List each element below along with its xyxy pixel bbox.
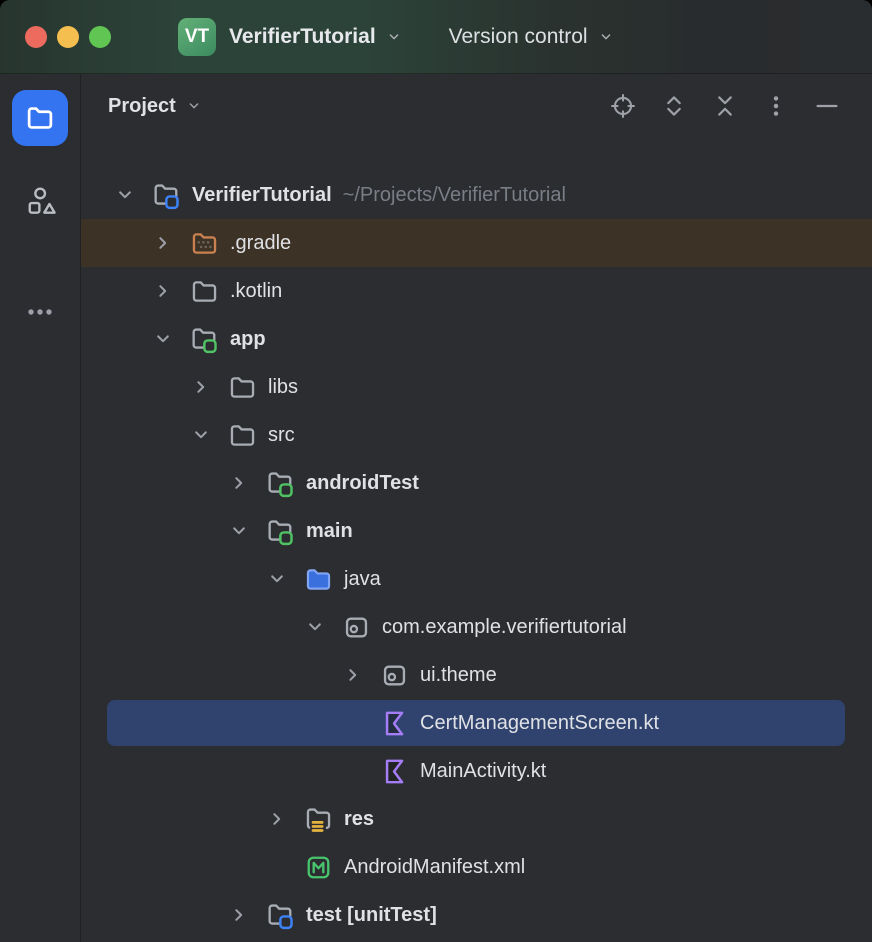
- kotlin-file-icon: [379, 747, 417, 795]
- tree-row[interactable]: app: [81, 315, 872, 363]
- chevron-right-icon[interactable]: [265, 795, 303, 843]
- tree-item-label: com.example.verifiertutorial: [382, 616, 627, 639]
- project-folder-icon: [24, 102, 56, 134]
- tree-row[interactable]: test [unitTest]: [81, 891, 872, 939]
- structure-icon: [24, 184, 56, 216]
- chevron-right-icon[interactable]: [189, 363, 227, 411]
- panel-toolbar: [605, 88, 845, 124]
- tree-item-label: CertManagementScreen.kt: [420, 712, 659, 735]
- manifest-icon: [303, 843, 341, 891]
- project-badge: VT: [178, 18, 216, 56]
- panel-title[interactable]: Project: [108, 95, 176, 118]
- chevron-down-icon[interactable]: [189, 411, 227, 459]
- panel-options-button[interactable]: [758, 88, 794, 124]
- folder-badge-green-icon: [265, 507, 303, 555]
- tree-row[interactable]: libs: [81, 363, 872, 411]
- tree-item-label: VerifierTutorial: [192, 184, 332, 207]
- folder-icon: [189, 267, 227, 315]
- tree-row[interactable]: src: [81, 411, 872, 459]
- minimize-window-button[interactable]: [57, 26, 79, 48]
- hide-panel-icon: [814, 93, 840, 119]
- chevron-right-icon[interactable]: [227, 891, 265, 939]
- hide-panel-button[interactable]: [809, 88, 845, 124]
- chevron-down-icon: [597, 28, 615, 46]
- project-tree: VerifierTutorial ~/Projects/VerifierTuto…: [81, 138, 872, 942]
- tree-item-label: .gradle: [230, 232, 291, 255]
- zoom-window-button[interactable]: [89, 26, 111, 48]
- project-panel-header: Project: [81, 74, 872, 138]
- tree-item-label: .kotlin: [230, 280, 282, 303]
- chevron-right-icon[interactable]: [151, 219, 189, 267]
- tree-item-label: res: [344, 808, 374, 831]
- chevron-right-icon[interactable]: [341, 651, 379, 699]
- tree-row[interactable]: java: [81, 555, 872, 603]
- folder-resources-icon: [303, 795, 341, 843]
- more-vertical-icon: [763, 93, 789, 119]
- tree-item-label: test [unitTest]: [306, 904, 437, 927]
- window-controls: [25, 26, 111, 48]
- folder-badge-blue-icon: [151, 171, 189, 219]
- chevron-down-icon: [385, 28, 403, 46]
- project-name-menu[interactable]: VerifierTutorial: [229, 25, 376, 49]
- sidebar-item-structure[interactable]: [12, 172, 68, 228]
- chevron-down-icon[interactable]: [265, 555, 303, 603]
- sidebar-item-more[interactable]: [12, 284, 68, 340]
- chevron-down-icon[interactable]: [113, 171, 151, 219]
- chevron-right-icon[interactable]: [151, 267, 189, 315]
- chevron-right-icon[interactable]: [227, 459, 265, 507]
- tree-item-path: ~/Projects/VerifierTutorial: [343, 184, 566, 207]
- folder-badge-green-icon: [189, 315, 227, 363]
- tree-row[interactable]: .gradle: [81, 219, 872, 267]
- package-icon: [341, 603, 379, 651]
- folder-excluded-icon: [189, 219, 227, 267]
- tree-row[interactable]: .kotlin: [81, 267, 872, 315]
- tree-row[interactable]: AndroidManifest.xml: [81, 843, 872, 891]
- folder-icon: [227, 411, 265, 459]
- tree-row[interactable]: res: [81, 795, 872, 843]
- collapse-all-button[interactable]: [707, 88, 743, 124]
- chevron-down-icon[interactable]: [303, 603, 341, 651]
- tree-row[interactable]: com.example.verifiertutorial: [81, 603, 872, 651]
- title-bar: VT VerifierTutorial Version control: [0, 0, 872, 74]
- folder-sources-icon: [303, 555, 341, 603]
- tree-item-label: main: [306, 520, 353, 543]
- chevron-down-icon: [185, 97, 203, 115]
- package-icon: [379, 651, 417, 699]
- locate-opened-file-button[interactable]: [605, 88, 641, 124]
- expand-all-icon: [661, 93, 687, 119]
- more-horizontal-icon: [25, 297, 55, 327]
- tree-row[interactable]: androidTest: [81, 459, 872, 507]
- folder-icon: [227, 363, 265, 411]
- tree-item-label: libs: [268, 376, 298, 399]
- folder-badge-green-icon: [265, 459, 303, 507]
- locate-opened-file-icon: [610, 93, 636, 119]
- tree-item-label: ui.theme: [420, 664, 497, 687]
- tree-row[interactable]: VerifierTutorial ~/Projects/VerifierTuto…: [81, 171, 872, 219]
- sidebar-item-project[interactable]: [12, 90, 68, 146]
- tree-item-label: java: [344, 568, 381, 591]
- tree-item-label: app: [230, 328, 266, 351]
- chevron-spacer: [265, 843, 303, 891]
- folder-badge-blue-icon: [265, 891, 303, 939]
- kotlin-file-icon: [379, 699, 417, 747]
- tree-item-label: MainActivity.kt: [420, 760, 546, 783]
- chevron-spacer: [341, 747, 379, 795]
- chevron-spacer: [341, 699, 379, 747]
- close-window-button[interactable]: [25, 26, 47, 48]
- collapse-all-icon: [712, 93, 738, 119]
- tree-item-label: src: [268, 424, 295, 447]
- tree-item-label: AndroidManifest.xml: [344, 856, 525, 879]
- tree-row[interactable]: main: [81, 507, 872, 555]
- tree-row[interactable]: ui.theme: [81, 651, 872, 699]
- expand-all-button[interactable]: [656, 88, 692, 124]
- chevron-down-icon[interactable]: [227, 507, 265, 555]
- tree-row[interactable]: MainActivity.kt: [81, 747, 872, 795]
- ide-window: VT VerifierTutorial Version control Proj…: [0, 0, 872, 942]
- tree-item-label: androidTest: [306, 472, 419, 495]
- version-control-menu[interactable]: Version control: [449, 25, 588, 49]
- activity-bar: [0, 74, 81, 942]
- tree-row[interactable]: CertManagementScreen.kt: [81, 699, 872, 747]
- chevron-down-icon[interactable]: [151, 315, 189, 363]
